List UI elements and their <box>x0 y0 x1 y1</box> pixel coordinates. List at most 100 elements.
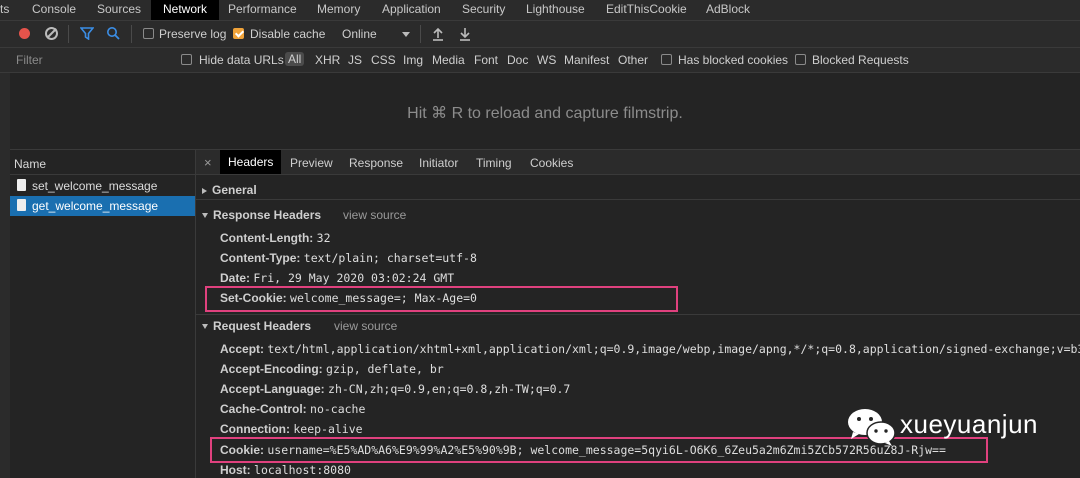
header-key: Cache-Control: <box>220 402 307 416</box>
name-column-label: Name <box>14 157 47 171</box>
header-row: Cache-Control: no-cache <box>220 402 365 416</box>
has-blocked-cookies-checkbox[interactable] <box>661 54 672 65</box>
tab-timing[interactable]: Timing <box>476 156 512 170</box>
header-value: keep-alive <box>293 422 363 436</box>
tab-sources[interactable]: Sources <box>97 0 141 20</box>
tab-performance[interactable]: Performance <box>228 0 297 20</box>
response-view-source-link[interactable]: view source <box>343 208 406 222</box>
header-key: Host: <box>220 463 251 477</box>
filter-type-css[interactable]: CSS <box>371 53 396 67</box>
network-toolbar: Preserve log Disable cache Online <box>0 21 1080 48</box>
name-column-header[interactable]: Name <box>10 150 195 175</box>
filter-type-img[interactable]: Img <box>403 53 423 67</box>
left-gutter-lower <box>0 150 10 478</box>
has-blocked-cookies-label: Has blocked cookies <box>678 53 789 67</box>
header-key: Accept-Encoding: <box>220 362 323 376</box>
request-headers-toggle[interactable]: Request Headers <box>202 319 311 333</box>
tab-editthiscookie[interactable]: EditThisCookie <box>606 0 687 20</box>
tab-elements-partial[interactable]: ts <box>0 0 9 20</box>
disable-cache-label: Disable cache <box>250 27 326 41</box>
tab-preview[interactable]: Preview <box>290 156 333 170</box>
header-key: Date: <box>220 271 251 285</box>
tab-network[interactable]: Network <box>151 0 220 20</box>
search-icon[interactable] <box>106 26 120 40</box>
preserve-log-checkbox[interactable] <box>143 28 154 39</box>
tab-console[interactable]: Console <box>32 0 76 20</box>
request-name: get_welcome_message <box>32 199 159 213</box>
response-headers-toggle[interactable]: Response Headers <box>202 208 321 222</box>
filter-bar: Hide data URLs All XHR JS CSS Img Media … <box>0 48 1080 73</box>
hide-data-urls-label: Hide data URLs <box>199 53 284 67</box>
header-key: Content-Type: <box>220 251 301 265</box>
tab-initiator[interactable]: Initiator <box>419 156 458 170</box>
filter-type-all[interactable]: All <box>285 52 305 66</box>
hide-data-urls-checkbox[interactable] <box>181 54 192 65</box>
response-headers-title: Response Headers <box>213 208 322 222</box>
triangle-right-icon <box>202 187 207 194</box>
triangle-down-icon <box>202 324 208 330</box>
filmstrip-message: Hit ⌘ R to reload and capture filmstrip. <box>407 105 683 122</box>
header-value: Fri, 29 May 2020 03:02:24 GMT <box>253 271 455 285</box>
tab-adblock[interactable]: AdBlock <box>706 0 750 20</box>
import-har-icon[interactable] <box>432 27 444 41</box>
clear-icon[interactable] <box>45 27 58 40</box>
divider <box>196 199 1080 200</box>
disable-cache-checkbox[interactable] <box>233 28 244 39</box>
close-icon[interactable]: × <box>204 155 212 170</box>
header-value: text/html,application/xhtml+xml,applicat… <box>267 342 1080 356</box>
filter-type-media[interactable]: Media <box>432 53 465 67</box>
header-value: text/plain; charset=utf-8 <box>303 251 477 265</box>
filter-icon[interactable] <box>80 27 94 40</box>
filter-type-manifest[interactable]: Manifest <box>564 53 609 67</box>
tab-security[interactable]: Security <box>462 0 505 20</box>
header-row: Accept: text/html,application/xhtml+xml,… <box>220 342 1080 356</box>
detail-tab-bar: × Headers Preview Response Initiator Tim… <box>196 150 1080 175</box>
request-view-source-link[interactable]: view source <box>334 319 397 333</box>
header-row: Accept-Encoding: gzip, deflate, br <box>220 362 444 376</box>
filter-type-ws[interactable]: WS <box>537 53 556 67</box>
filter-type-xhr[interactable]: XHR <box>315 53 340 67</box>
header-row: Connection: keep-alive <box>220 422 363 436</box>
general-section-title: General <box>212 183 257 197</box>
tab-memory[interactable]: Memory <box>317 0 360 20</box>
header-row: Content-Type: text/plain; charset=utf-8 <box>220 251 477 265</box>
left-gutter <box>0 73 10 150</box>
filter-type-js[interactable]: JS <box>348 53 362 67</box>
header-value: gzip, deflate, br <box>326 362 444 376</box>
tab-lighthouse[interactable]: Lighthouse <box>526 0 585 20</box>
filter-type-other[interactable]: Other <box>618 53 648 67</box>
filter-type-font[interactable]: Font <box>474 53 498 67</box>
tab-cookies[interactable]: Cookies <box>530 156 573 170</box>
request-row-get-welcome-message[interactable]: get_welcome_message <box>10 196 195 216</box>
watermark-text: xueyuanjun <box>900 409 1038 439</box>
request-name: set_welcome_message <box>32 179 158 193</box>
chevron-down-icon[interactable] <box>402 32 410 37</box>
header-row: Date: Fri, 29 May 2020 03:02:24 GMT <box>220 271 454 285</box>
throttling-select[interactable]: Online <box>342 27 377 41</box>
general-section-toggle[interactable]: General <box>202 183 257 197</box>
blocked-requests-label: Blocked Requests <box>812 53 909 67</box>
header-row: Content-Length: 32 <box>220 231 331 245</box>
filter-type-doc[interactable]: Doc <box>507 53 528 67</box>
request-headers-title: Request Headers <box>213 319 312 333</box>
filmstrip-panel: Hit ⌘ R to reload and capture filmstrip. <box>10 73 1080 150</box>
header-key: Connection: <box>220 422 290 436</box>
set-cookie-highlight-box <box>205 286 678 312</box>
header-value: localhost:8080 <box>254 463 351 477</box>
header-value: zh-CN,zh;q=0.9,en;q=0.8,zh-TW;q=0.7 <box>328 382 571 396</box>
tab-headers[interactable]: Headers <box>220 150 282 174</box>
wechat-icon <box>848 409 896 446</box>
header-key: Accept: <box>220 342 265 356</box>
header-row: Accept-Language: zh-CN,zh;q=0.9,en;q=0.8… <box>220 382 570 396</box>
document-icon <box>17 199 26 211</box>
tab-application[interactable]: Application <box>382 0 441 20</box>
record-icon[interactable] <box>19 28 30 39</box>
request-row-set-welcome-message[interactable]: set_welcome_message <box>10 176 195 196</box>
blocked-requests-checkbox[interactable] <box>795 54 806 65</box>
divider <box>196 314 1080 315</box>
tab-response[interactable]: Response <box>349 156 403 170</box>
header-value: 32 <box>316 231 331 245</box>
header-key: Accept-Language: <box>220 382 325 396</box>
filter-input[interactable] <box>8 51 168 68</box>
export-har-icon[interactable] <box>459 27 471 41</box>
